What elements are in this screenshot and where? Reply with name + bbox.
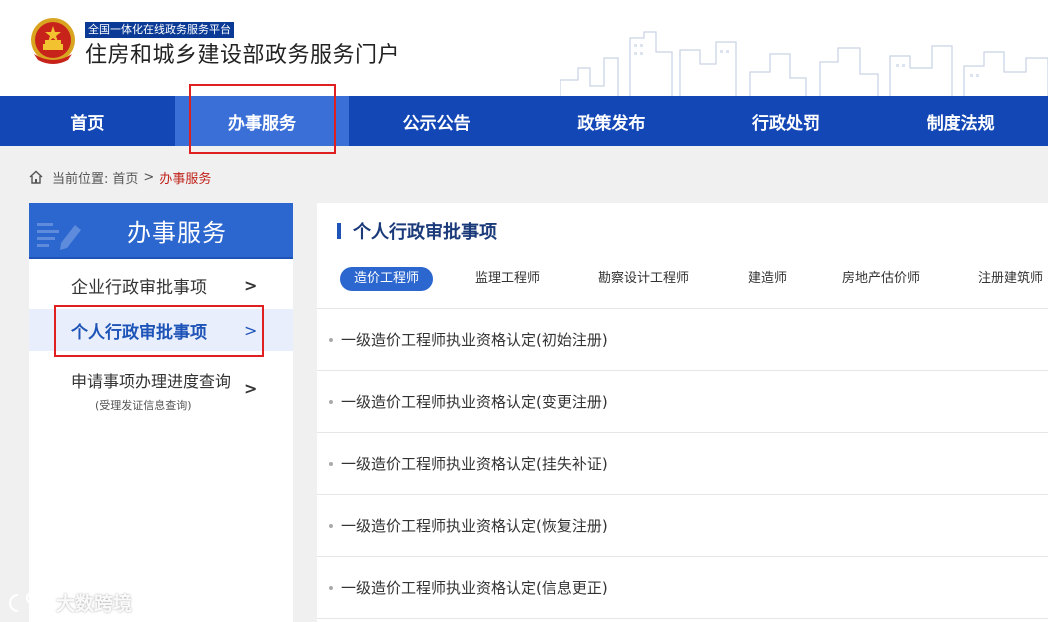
chevron-right-icon: >	[244, 320, 258, 340]
sidebar-item-label: 申请事项办理进度查询	[71, 372, 232, 391]
portal-title: 住房和城乡建设部政务服务门户	[85, 43, 401, 68]
nav-services[interactable]: 办事服务	[174, 96, 350, 146]
title-accent-bar	[337, 223, 341, 239]
home-icon	[29, 170, 43, 184]
sidebar-item-personal[interactable]: 个人行政审批事项 >	[29, 309, 293, 351]
tab-real-estate-appraiser[interactable]: 房地产估价师	[842, 267, 920, 291]
watermark-logo-icon	[8, 591, 51, 613]
section-title-text: 个人行政审批事项	[353, 222, 497, 243]
list-item[interactable]: 一级造价工程师执业资格认定(初始注册)	[317, 309, 1048, 371]
list-item[interactable]: 一级造价工程师执业资格认定(恢复注册)	[317, 495, 1048, 557]
bullet-dot	[329, 461, 333, 466]
nav-policy[interactable]: 政策发布	[524, 96, 699, 146]
main-panel: 个人行政审批事项 造价工程师 监理工程师 勘察设计工程师 建造师 房地产估价师 …	[317, 203, 1048, 622]
sidebar-item-sublabel: (受理发证信息查询)	[95, 399, 192, 412]
nav-penalties[interactable]: 行政处罚	[699, 96, 874, 146]
list-item-text: 一级造价工程师执业资格认定(恢复注册)	[341, 517, 608, 535]
breadcrumb-home[interactable]: 首页	[112, 168, 138, 187]
watermark-text: 大数跨境	[56, 592, 133, 615]
chevron-right-icon: >	[244, 379, 258, 398]
national-emblem-icon	[31, 18, 75, 64]
nav-regulations[interactable]: 制度法规	[873, 96, 1048, 146]
pencil-document-icon	[37, 223, 81, 250]
list-item-text: 一级造价工程师执业资格认定(变更注册)	[341, 393, 608, 411]
tab-survey-design-engineer[interactable]: 勘察设计工程师	[598, 267, 689, 291]
bullet-dot	[329, 523, 333, 528]
site-header: 全国一体化在线政务服务平台 住房和城乡建设部政务服务门户	[0, 0, 1048, 96]
sidebar-item-label: 企业行政审批事项	[71, 277, 207, 298]
sidebar-item-enterprise[interactable]: 企业行政审批事项 >	[29, 262, 293, 308]
nav-announcements[interactable]: 公示公告	[349, 96, 524, 146]
nav-home[interactable]: 首页	[0, 96, 175, 146]
list-item-text: 一级造价工程师执业资格认定(初始注册)	[341, 331, 608, 349]
sidebar-item-progress-query[interactable]: 申请事项办理进度查询 (受理发证信息查询) >	[29, 363, 293, 415]
sidebar-item-label: 个人行政审批事项	[71, 322, 207, 343]
sidebar-title: 办事服务	[127, 218, 227, 247]
list-item[interactable]: 一级造价工程师执业资格认定(变更注册)	[317, 371, 1048, 433]
breadcrumb-separator: >	[143, 169, 155, 185]
sidebar: 办事服务 企业行政审批事项 > 个人行政审批事项 > 申请事项办理进度查询 (受…	[29, 203, 293, 622]
section-title: 个人行政审批事项	[337, 219, 497, 243]
tab-constructor[interactable]: 建造师	[748, 267, 787, 291]
skyline-decoration	[560, 31, 1048, 96]
list-item[interactable]: 一级造价工程师执业资格认定(挂失补证)	[317, 433, 1048, 495]
watermark: 大数跨境	[8, 588, 132, 616]
platform-tag: 全国一体化在线政务服务平台	[85, 22, 234, 38]
chevron-right-icon: >	[244, 275, 258, 295]
main-nav: 首页 办事服务 公示公告 政策发布 行政处罚 制度法规	[0, 96, 1048, 146]
tab-supervision-engineer[interactable]: 监理工程师	[475, 267, 540, 291]
category-tabs: 造价工程师 监理工程师 勘察设计工程师 建造师 房地产估价师 注册建筑师	[317, 263, 1048, 295]
list-item-text: 一级造价工程师执业资格认定(信息更正)	[341, 579, 608, 597]
tab-registered-architect[interactable]: 注册建筑师	[978, 267, 1043, 291]
breadcrumb-prefix: 当前位置:	[52, 171, 109, 187]
list-item[interactable]: 一级造价工程师执业资格认定(信息更正)	[317, 557, 1048, 619]
bullet-dot	[329, 337, 333, 342]
bullet-dot	[329, 399, 333, 404]
breadcrumb: 当前位置: 首页 > 办事服务	[28, 167, 211, 187]
tab-cost-engineer[interactable]: 造价工程师	[340, 267, 434, 291]
sidebar-header: 办事服务	[29, 203, 293, 259]
breadcrumb-current: 办事服务	[159, 171, 212, 187]
list-item-text: 一级造价工程师执业资格认定(挂失补证)	[341, 455, 608, 473]
bullet-dot	[329, 585, 333, 590]
